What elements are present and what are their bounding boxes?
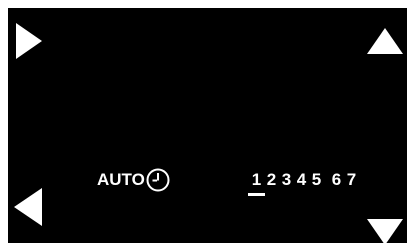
triangle-right-icon [16, 23, 42, 59]
clock-icon [146, 168, 170, 192]
triangle-left-icon [14, 188, 42, 226]
day-1[interactable]: 1 [248, 168, 265, 196]
day-6[interactable]: 6 [330, 168, 343, 192]
triangle-up-icon [367, 28, 403, 54]
down-arrow-button[interactable] [367, 219, 403, 243]
day-5[interactable]: 5 [310, 168, 323, 192]
mode-indicator: AUTO [97, 168, 170, 192]
triangle-down-icon [367, 219, 403, 243]
day-3[interactable]: 3 [280, 168, 293, 192]
mode-label: AUTO [97, 170, 145, 189]
day-7[interactable]: 7 [345, 168, 358, 192]
day-4[interactable]: 4 [295, 168, 308, 192]
right-arrow-button[interactable] [16, 23, 42, 59]
thermostat-display: AUTO 1 2 3 4 5 6 7 [8, 8, 407, 243]
up-arrow-button[interactable] [367, 28, 403, 54]
day-2[interactable]: 2 [265, 168, 278, 192]
day-selector: 1 2 3 4 5 6 7 [248, 168, 358, 198]
left-arrow-button[interactable] [14, 188, 42, 226]
